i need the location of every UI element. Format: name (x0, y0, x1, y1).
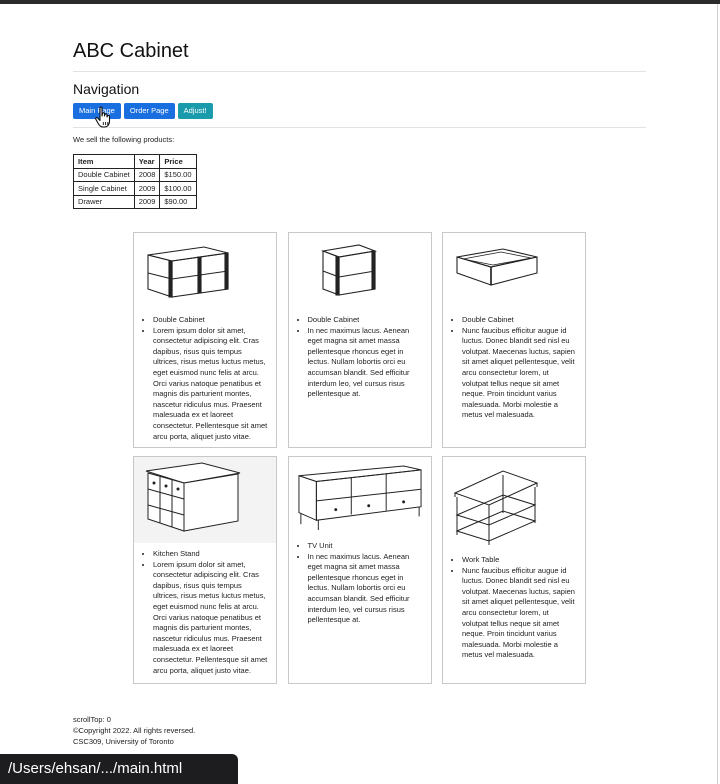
drawer-illustration-icon (456, 248, 538, 286)
product-name: Double Cabinet (153, 315, 268, 326)
product-name: Double Cabinet (308, 315, 423, 326)
window-top-border (0, 0, 720, 4)
copyright-text: ©Copyright 2022. All rights reversed. (73, 726, 196, 735)
table-cell: $90.00 (159, 194, 197, 209)
product-name: Double Cabinet (462, 315, 577, 326)
column-header-item: Item (73, 154, 135, 169)
adjust-button[interactable]: Adjust! (177, 103, 213, 119)
product-description: Lorem ipsum dolor sit amet, consectetur … (153, 560, 268, 677)
table-header-row: Item Year Price (73, 154, 197, 169)
single-cabinet-illustration-icon (320, 244, 377, 296)
footer: scrollTop: 0 ©Copyright 2022. All rights… (73, 714, 195, 747)
column-header-year: Year (133, 154, 161, 169)
product-description: In nec maximus lacus. Aenean eget magna … (308, 552, 423, 626)
product-card: Double Cabinet Nunc faucibus efficitur a… (442, 232, 586, 448)
product-card: TV Unit In nec maximus lacus. Aenean ege… (287, 456, 432, 684)
table-cell: $150.00 (159, 167, 197, 182)
page-edge (717, 4, 718, 784)
table-cell: $100.00 (159, 181, 197, 196)
table-row: Double Cabinet 2008 $150.00 (73, 167, 197, 182)
organization-text: CSC309, University of Toronto (73, 737, 174, 746)
order-page-button[interactable]: Order Page (123, 103, 175, 119)
hand-cursor-icon (95, 106, 111, 128)
product-card: Double Cabinet In nec maximus lacus. Aen… (287, 232, 432, 448)
table-cell: Drawer (73, 194, 135, 209)
column-header-price: Price (159, 154, 197, 169)
tv-unit-illustration-icon (297, 465, 422, 530)
product-description: In nec maximus lacus. Aenean eget magna … (308, 326, 423, 400)
table-row: Drawer 2009 $90.00 (73, 194, 197, 209)
main-content: ABC Cabinet Navigation Main Page Order P… (73, 40, 646, 209)
product-name: TV Unit (308, 541, 423, 552)
table-cell: 2008 (133, 167, 161, 182)
product-description: Nunc faucibus efficitur augue id luctus.… (462, 566, 577, 661)
navigation-buttons: Main Page Order Page Adjust! (73, 103, 646, 119)
double-cabinet-illustration-icon (147, 246, 229, 298)
table-cell: 2009 (133, 181, 161, 196)
product-card: Kitchen Stand Lorem ipsum dolor sit amet… (133, 456, 277, 684)
product-name: Work Table (462, 555, 577, 566)
product-description: Nunc faucibus efficitur augue id luctus.… (462, 326, 577, 421)
browser-status-bar: /Users/ehsan/.../main.html (0, 754, 238, 784)
product-card: Work Table Nunc faucibus efficitur augue… (442, 456, 586, 684)
kitchen-stand-illustration-icon (145, 462, 241, 532)
divider (73, 127, 646, 128)
table-cell: Single Cabinet (73, 181, 135, 196)
work-table-illustration-icon (453, 470, 539, 545)
status-url: /Users/ehsan/.../main.html (8, 760, 183, 777)
scroll-readout: scrollTop: 0 (73, 715, 111, 724)
table-row: Single Cabinet 2009 $100.00 (73, 181, 197, 196)
navigation-heading: Navigation (73, 81, 140, 97)
product-grid: Double Cabinet Lorem ipsum dolor sit ame… (133, 232, 586, 684)
product-description: Lorem ipsum dolor sit amet, consectetur … (153, 326, 268, 443)
page-title: ABC Cabinet (73, 40, 646, 72)
product-card: Double Cabinet Lorem ipsum dolor sit ame… (133, 232, 277, 448)
table-cell: Double Cabinet (73, 167, 135, 182)
intro-text: We sell the following products: (73, 135, 175, 144)
products-table: Item Year Price Double Cabinet 2008 $150… (73, 154, 197, 209)
product-name: Kitchen Stand (153, 549, 268, 560)
table-cell: 2009 (133, 194, 161, 209)
